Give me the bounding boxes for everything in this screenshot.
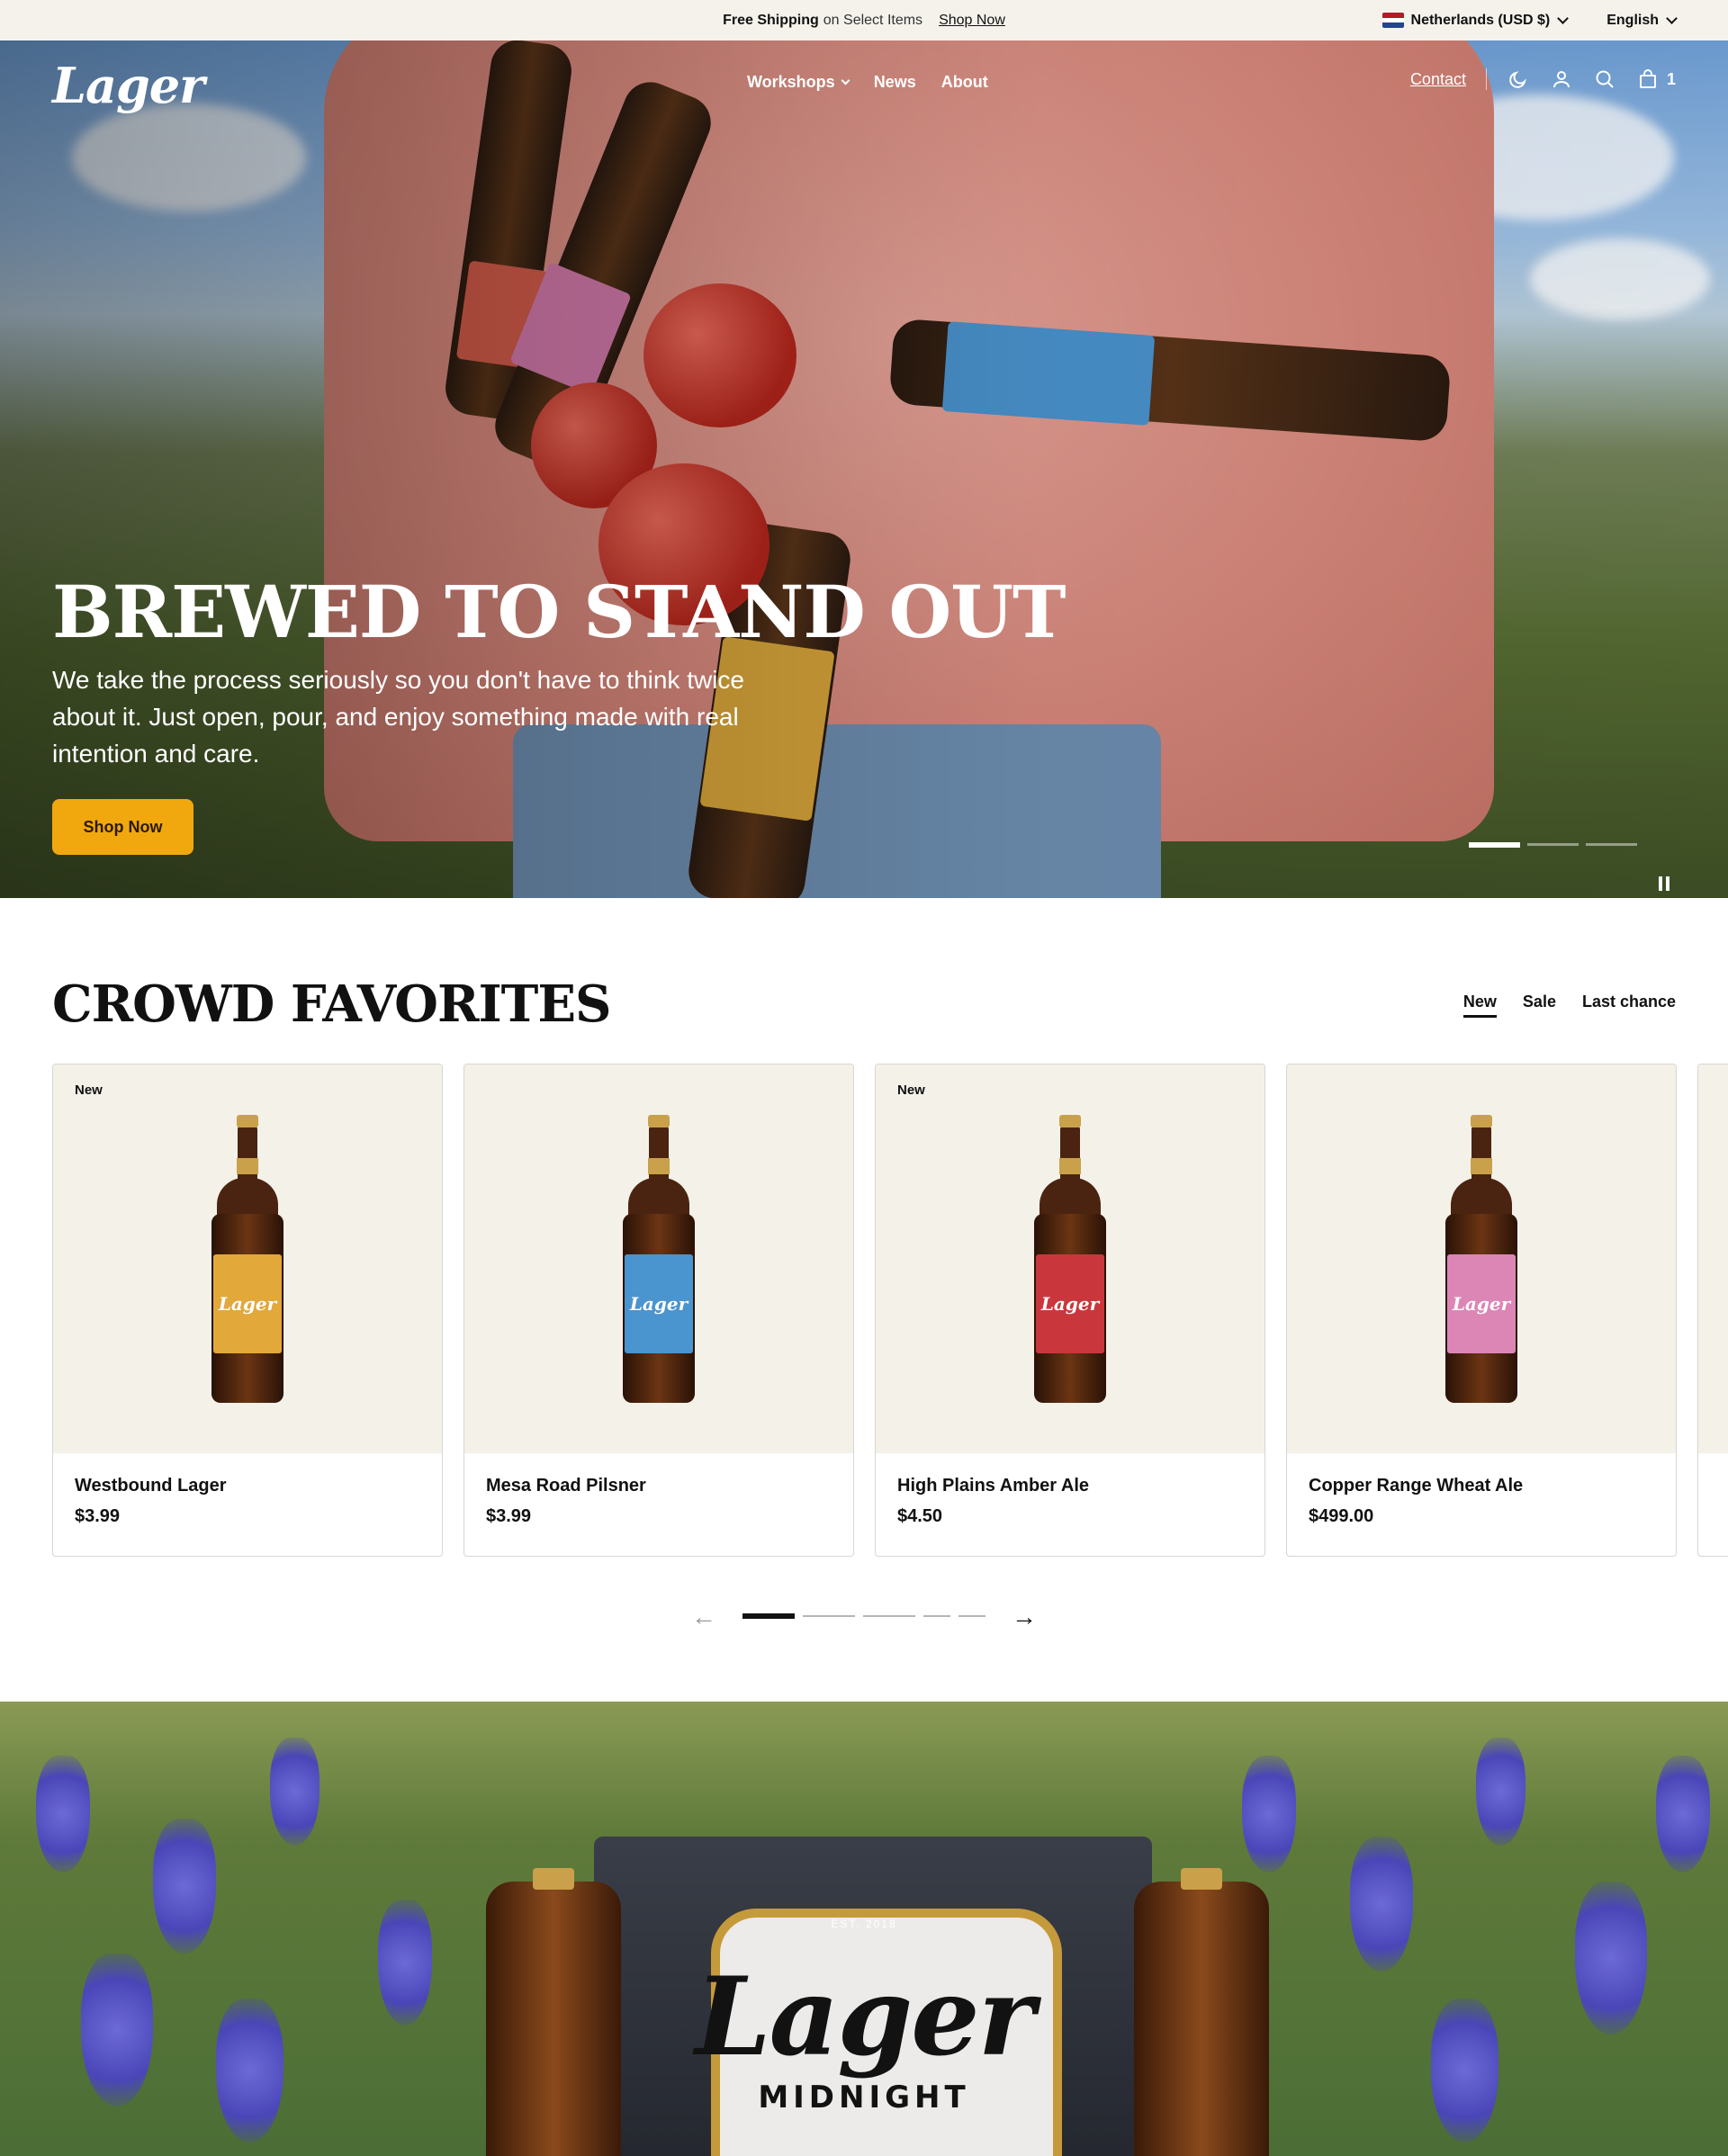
hero-slide-indicator[interactable] — [1586, 843, 1637, 846]
product-card[interactable]: Lager Copper Range Wheat Ale $499.00 — [1286, 1064, 1677, 1557]
beer-bottle-icon: Lager — [621, 1115, 697, 1403]
banner-subtitle: MIDNIGHT — [758, 2080, 970, 2116]
carousel-progress — [742, 1613, 986, 1619]
product-price: $3.99 — [75, 1506, 121, 1526]
bottle-cap — [533, 1868, 574, 1890]
promo-banner: EST. 2018 Lager MIDNIGHT — [0, 1702, 1728, 2156]
product-image: Lager — [464, 1065, 853, 1453]
product-badge: New — [75, 1082, 103, 1098]
product-price: $499.00 — [1309, 1506, 1374, 1526]
carousel-pager: ← → — [691, 1604, 1037, 1630]
product-carousel: Lager New Westbound Lager $3.99 Lager Me… — [52, 1064, 1728, 1557]
country-selector[interactable]: Netherlands (USD $) — [1382, 12, 1570, 29]
cart-count: 1 — [1666, 69, 1676, 88]
menu-item-about[interactable]: About — [941, 73, 988, 92]
beer-bottle-icon: Lager — [1444, 1115, 1519, 1403]
product-badge: New — [897, 1082, 925, 1098]
bluebonnet-flower — [153, 1819, 216, 1954]
product-price: $3.99 — [486, 1506, 532, 1526]
product-tabs: New Sale Last chance — [1462, 993, 1676, 1018]
bottle-label-logo: Lager — [1447, 1254, 1516, 1353]
hero-slide-indicators — [1469, 842, 1637, 848]
product-card[interactable]: Lager New Westbound Lager $3.99 — [52, 1064, 443, 1557]
bluebonnet-flower — [1242, 1756, 1296, 1873]
contact-link[interactable]: Contact — [1410, 70, 1466, 89]
beer-bottle-icon: Lager — [1032, 1115, 1108, 1403]
site-logo[interactable]: Lager — [52, 57, 205, 114]
country-label: Netherlands (USD $) — [1410, 12, 1551, 28]
chevron-down-icon — [1557, 12, 1570, 24]
product-image: Lager — [53, 1065, 442, 1453]
site-header: Lager Workshops News About Contact 1 — [0, 40, 1728, 126]
bag-icon[interactable] — [1636, 67, 1660, 91]
header-divider — [1485, 68, 1487, 90]
arrow-right-icon[interactable]: → — [1012, 1604, 1037, 1630]
search-icon[interactable] — [1593, 67, 1616, 91]
product-name[interactable]: Westbound Lager — [75, 1476, 227, 1496]
language-selector[interactable]: English — [1606, 12, 1678, 29]
carousel-page-indicator[interactable] — [803, 1615, 855, 1617]
section-title: CROWD FAVORITES — [52, 975, 611, 1034]
product-name[interactable]: Mesa Road Pilsner — [486, 1476, 646, 1496]
hero-subtitle: We take the process seriously so you don… — [52, 666, 745, 768]
product-image: Lager — [876, 1065, 1264, 1453]
menu-item-news[interactable]: News — [874, 73, 916, 92]
carousel-page-indicator[interactable] — [923, 1615, 950, 1617]
product-image: Lager — [1287, 1065, 1676, 1453]
banner-est: EST. 2018 — [831, 1918, 897, 1930]
announcement-shop-link[interactable]: Shop Now — [939, 13, 1005, 29]
product-card[interactable]: Lager New High Plains Amber Ale $4.50 — [875, 1064, 1265, 1557]
bottle-label-logo: Lager — [625, 1254, 693, 1353]
bluebonnet-flower — [1656, 1756, 1710, 1873]
language-label: English — [1606, 12, 1659, 28]
tab-last-chance[interactable]: Last chance — [1582, 993, 1676, 1018]
announcement-text: on Select Items — [823, 12, 923, 28]
netherlands-flag-icon — [1382, 13, 1404, 28]
product-card[interactable]: Lager Mesa Road Pilsner $3.99 — [464, 1064, 854, 1557]
bottle-cap — [1181, 1868, 1222, 1890]
hero-slide-indicator[interactable] — [1527, 843, 1579, 846]
carousel-page-indicator[interactable] — [742, 1613, 795, 1619]
banner-logo: Lager — [695, 1954, 1035, 2080]
bluebonnet-flower — [1476, 1738, 1526, 1846]
bottle-label-logo: Lager — [213, 1254, 282, 1353]
product-card-partial[interactable] — [1697, 1064, 1728, 1557]
announcement-bold: Free Shipping — [723, 12, 819, 28]
bottle-label-logo: Lager — [1036, 1254, 1104, 1353]
product-name[interactable]: Copper Range Wheat Ale — [1309, 1476, 1523, 1496]
tab-sale[interactable]: Sale — [1523, 993, 1556, 1018]
bluebonnet-flower — [36, 1756, 90, 1873]
product-name[interactable]: High Plains Amber Ale — [897, 1476, 1089, 1496]
arrow-left-icon[interactable]: ← — [691, 1604, 716, 1630]
user-icon[interactable] — [1550, 67, 1573, 91]
header-actions: Contact 1 — [1410, 67, 1676, 91]
chevron-down-icon — [1666, 12, 1678, 24]
product-price: $4.50 — [897, 1506, 943, 1526]
menu-label: Workshops — [747, 73, 835, 91]
hero-slideshow: BREWED TO STAND OUT We take the process … — [0, 40, 1728, 898]
moon-icon[interactable] — [1507, 67, 1530, 91]
hero-slide-indicator[interactable] — [1469, 842, 1520, 848]
tab-new[interactable]: New — [1462, 993, 1497, 1018]
carousel-page-indicator[interactable] — [863, 1615, 915, 1617]
announcement-bar: Free Shipping on Select Items Shop Now N… — [0, 0, 1728, 40]
bluebonnet-flower — [270, 1738, 320, 1846]
carousel-page-indicator[interactable] — [958, 1615, 986, 1617]
bluebonnet-flower — [1350, 1837, 1413, 1972]
banner-bottle — [1134, 1882, 1269, 2156]
product-image — [1698, 1065, 1728, 1453]
chevron-down-icon — [841, 76, 850, 85]
menu-item-workshops[interactable]: Workshops — [747, 73, 850, 92]
hero-shop-now-button[interactable]: Shop Now — [52, 799, 194, 855]
main-menu: Workshops News About — [747, 73, 988, 92]
hero-title: BREWED TO STAND OUT — [52, 570, 1066, 654]
pause-icon[interactable] — [1659, 876, 1670, 891]
beer-bottle-icon: Lager — [210, 1115, 285, 1403]
banner-bottle — [486, 1882, 621, 2156]
